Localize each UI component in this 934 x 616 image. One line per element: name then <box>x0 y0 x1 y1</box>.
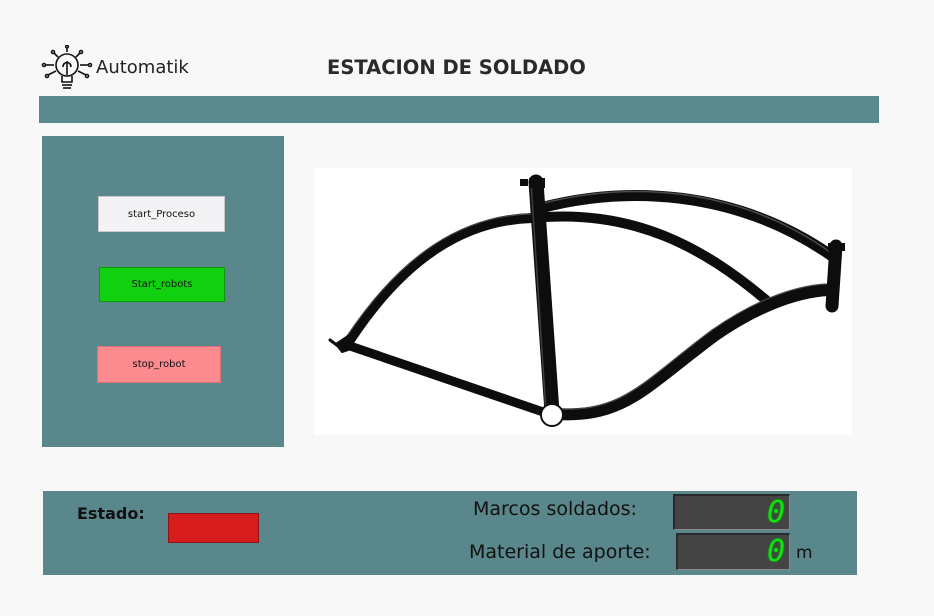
status-panel: Estado: Marcos soldados: 0 Material de a… <box>43 491 857 575</box>
material-aporte-display: 0 <box>676 533 790 570</box>
estado-indicator <box>168 513 259 543</box>
marcos-soldados-value: 0 <box>766 495 786 530</box>
material-aporte-label: Material de aporte: <box>469 541 651 563</box>
brand-name: Automatik <box>96 57 189 78</box>
estado-label: Estado: <box>77 504 145 523</box>
stop-robot-button[interactable]: stop_robot <box>97 346 221 383</box>
material-unit-label: m <box>796 543 813 563</box>
marcos-soldados-label: Marcos soldados: <box>473 498 637 520</box>
page-title: ESTACION DE SOLDADO <box>327 56 586 79</box>
marcos-soldados-display: 0 <box>673 494 790 530</box>
lightbulb-circuit-icon <box>41 44 93 95</box>
title-bar <box>39 96 879 123</box>
control-panel: start_Proceso Start_robots stop_robot <box>42 136 284 447</box>
start-proceso-button[interactable]: start_Proceso <box>98 196 225 232</box>
start-robots-button[interactable]: Start_robots <box>99 267 225 302</box>
bicycle-frame-image <box>314 168 852 435</box>
material-aporte-value: 0 <box>766 534 786 569</box>
